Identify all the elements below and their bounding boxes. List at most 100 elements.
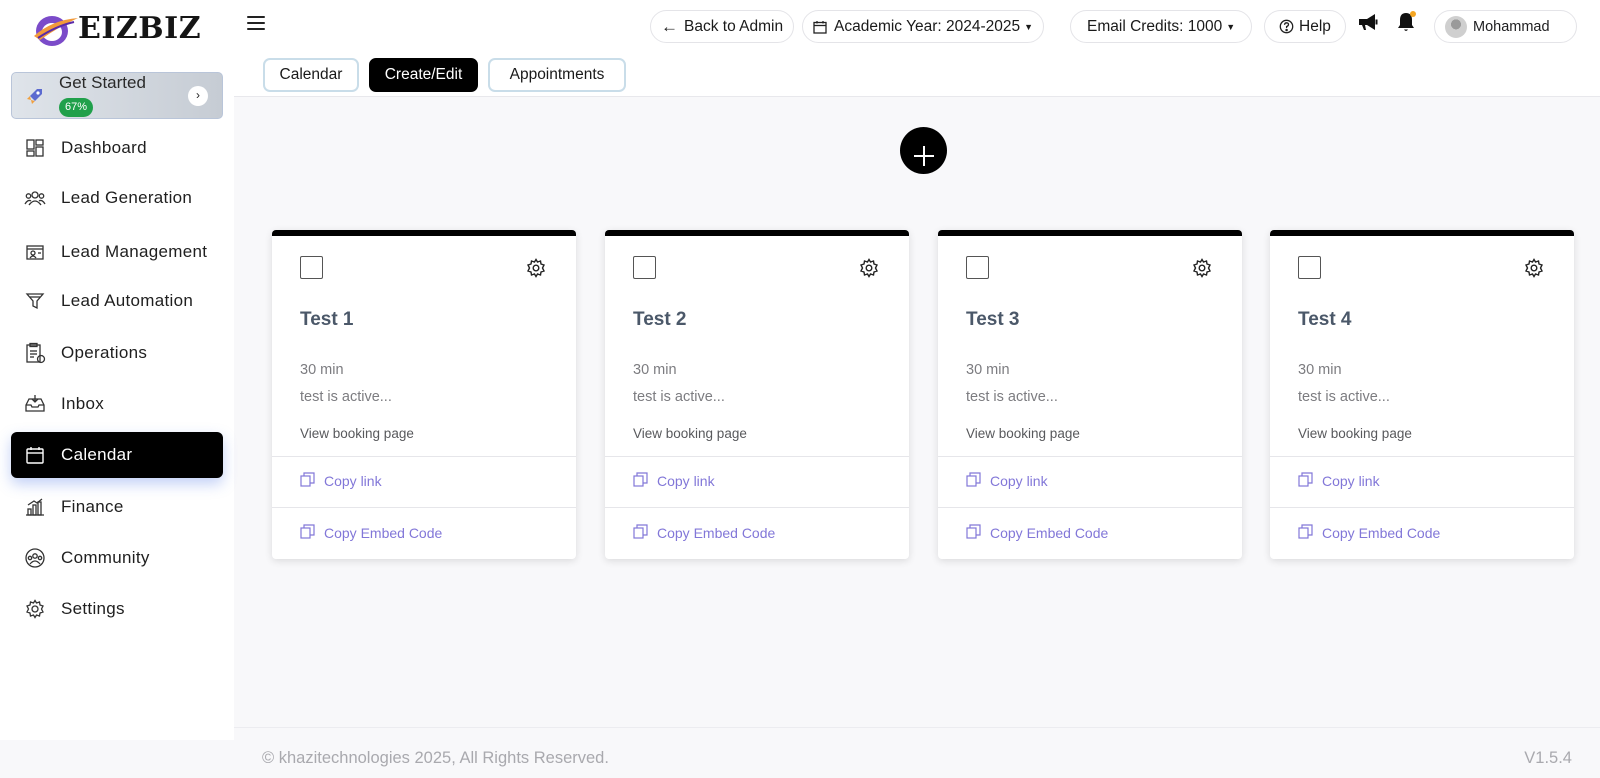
card-description: test is active... bbox=[300, 389, 392, 405]
copy-icon bbox=[966, 523, 981, 539]
sidebar-item-calendar[interactable]: Calendar bbox=[11, 432, 223, 478]
tab-calendar[interactable]: Calendar bbox=[263, 58, 359, 92]
copy-icon bbox=[633, 471, 648, 487]
back-to-admin-button[interactable]: ← Back to Admin bbox=[650, 10, 795, 43]
card-divider bbox=[1270, 507, 1574, 508]
card-duration: 30 min bbox=[300, 362, 344, 378]
card-divider bbox=[938, 456, 1242, 457]
card-description: test is active... bbox=[1298, 389, 1390, 405]
sidebar-item-label: Settings bbox=[61, 599, 125, 618]
hamburger-menu-icon[interactable] bbox=[247, 16, 265, 30]
gear-icon[interactable] bbox=[1524, 258, 1544, 278]
tab-create-edit[interactable]: Create/Edit bbox=[369, 58, 478, 92]
copy-link-label: Copy link bbox=[657, 473, 715, 489]
megaphone-icon[interactable] bbox=[1356, 10, 1380, 34]
academic-year-dropdown[interactable]: Academic Year: 2024-2025 ▼ bbox=[802, 10, 1045, 43]
tab-label: Appointments bbox=[509, 66, 605, 83]
event-card: Test 1 30 min test is active... View boo… bbox=[272, 230, 576, 559]
academic-year-label: Academic Year: 2024-2025 bbox=[834, 17, 1021, 35]
copy-embed-code-button[interactable]: Copy Embed Code bbox=[633, 523, 776, 541]
avatar bbox=[1445, 15, 1467, 38]
event-card: Test 3 30 min test is active... View boo… bbox=[938, 230, 1242, 559]
copy-icon bbox=[1298, 523, 1313, 539]
sidebar-item-label: Lead Automation bbox=[61, 291, 194, 310]
sidebar-item-lead-generation[interactable]: Lead Generation bbox=[11, 175, 223, 221]
gear-icon[interactable] bbox=[859, 258, 879, 278]
arrow-left-icon: ← bbox=[661, 16, 678, 36]
copy-link-button[interactable]: Copy link bbox=[966, 471, 1048, 489]
event-card: Test 2 30 min test is active... View boo… bbox=[605, 230, 909, 559]
view-booking-page-link[interactable]: View booking page bbox=[1298, 426, 1412, 441]
tab-appointments[interactable]: Appointments bbox=[488, 58, 626, 92]
copy-icon bbox=[633, 523, 648, 539]
copy-embed-code-button[interactable]: Copy Embed Code bbox=[1298, 523, 1440, 541]
rocket-icon bbox=[27, 89, 42, 104]
copy-link-label: Copy link bbox=[324, 473, 382, 489]
view-booking-page-link[interactable]: View booking page bbox=[300, 426, 414, 441]
inbox-icon bbox=[23, 392, 47, 416]
users-group-icon bbox=[23, 186, 47, 210]
copy-link-button[interactable]: Copy link bbox=[633, 471, 715, 489]
copy-icon bbox=[300, 523, 315, 539]
card-description: test is active... bbox=[633, 389, 725, 405]
user-menu-button[interactable]: Mohammad bbox=[1434, 10, 1577, 43]
gear-icon[interactable] bbox=[1192, 258, 1212, 278]
sidebar: EIZBIZ Get Started 67% › Dashboard Lead … bbox=[0, 0, 234, 740]
top-header: ← Back to Admin Academic Year: 2024-2025… bbox=[234, 0, 1600, 52]
sidebar-item-finance[interactable]: Finance bbox=[11, 484, 223, 530]
card-divider bbox=[605, 456, 909, 457]
copy-link-label: Copy link bbox=[990, 473, 1048, 489]
sidebar-item-settings[interactable]: Settings bbox=[11, 586, 223, 632]
caret-down-icon: ▼ bbox=[1024, 21, 1034, 32]
card-title: Test 3 bbox=[966, 309, 1020, 330]
card-checkbox[interactable] bbox=[300, 256, 323, 279]
card-checkbox[interactable] bbox=[1298, 256, 1321, 279]
card-duration: 30 min bbox=[1298, 362, 1342, 378]
sidebar-item-label: Operations bbox=[61, 343, 148, 362]
gear-icon[interactable] bbox=[526, 258, 546, 278]
card-divider bbox=[1270, 456, 1574, 457]
card-title: Test 1 bbox=[300, 309, 354, 330]
sidebar-item-lead-automation[interactable]: Lead Automation bbox=[11, 278, 223, 324]
clipboard-icon bbox=[23, 341, 47, 365]
tab-label: Calendar bbox=[279, 66, 343, 83]
copyright-text: © khazitechnologies 2025, All Rights Res… bbox=[262, 749, 609, 767]
gear-icon bbox=[23, 597, 47, 621]
notification-bell-icon[interactable] bbox=[1394, 10, 1418, 34]
card-divider bbox=[272, 507, 576, 508]
sidebar-item-label: Calendar bbox=[61, 445, 133, 464]
copy-link-label: Copy link bbox=[1322, 473, 1380, 489]
card-title: Test 4 bbox=[1298, 309, 1352, 330]
logo-mark-icon bbox=[34, 16, 78, 46]
brand-logo[interactable]: EIZBIZ bbox=[30, 6, 201, 50]
view-booking-page-link[interactable]: View booking page bbox=[633, 426, 747, 441]
view-booking-page-link[interactable]: View booking page bbox=[966, 426, 1080, 441]
sidebar-item-community[interactable]: Community bbox=[11, 535, 223, 581]
progress-badge: 67% bbox=[59, 98, 94, 117]
community-icon bbox=[23, 546, 47, 570]
card-divider bbox=[272, 456, 576, 457]
add-event-type-button[interactable] bbox=[900, 127, 947, 174]
sidebar-item-inbox[interactable]: Inbox bbox=[11, 381, 223, 427]
copy-embed-code-button[interactable]: Copy Embed Code bbox=[966, 523, 1108, 541]
copy-icon bbox=[966, 471, 981, 487]
copy-embed-code-label: Copy Embed Code bbox=[657, 525, 776, 541]
sidebar-item-operations[interactable]: Operations bbox=[11, 330, 223, 376]
help-button[interactable]: Help bbox=[1264, 10, 1346, 43]
copy-icon bbox=[1298, 471, 1313, 487]
chevron-right-icon[interactable]: › bbox=[188, 86, 208, 106]
copy-embed-code-button[interactable]: Copy Embed Code bbox=[300, 523, 442, 541]
card-checkbox[interactable] bbox=[633, 256, 656, 279]
copy-link-button[interactable]: Copy link bbox=[1298, 471, 1380, 489]
email-credits-dropdown[interactable]: Email Credits: 1000 ▼ bbox=[1070, 10, 1253, 43]
card-checkbox[interactable] bbox=[966, 256, 989, 279]
help-label: Help bbox=[1299, 17, 1331, 35]
version-label: V1.5.4 bbox=[1524, 749, 1572, 767]
get-started-card[interactable]: Get Started 67% › bbox=[11, 72, 223, 119]
calendar-small-icon bbox=[813, 20, 827, 34]
copy-link-button[interactable]: Copy link bbox=[300, 471, 382, 489]
sidebar-item-lead-management[interactable]: Lead Management bbox=[11, 226, 223, 278]
sidebar-item-dashboard[interactable]: Dashboard bbox=[11, 125, 223, 171]
funnel-icon bbox=[23, 289, 47, 313]
sidebar-item-label: Community bbox=[61, 548, 150, 567]
